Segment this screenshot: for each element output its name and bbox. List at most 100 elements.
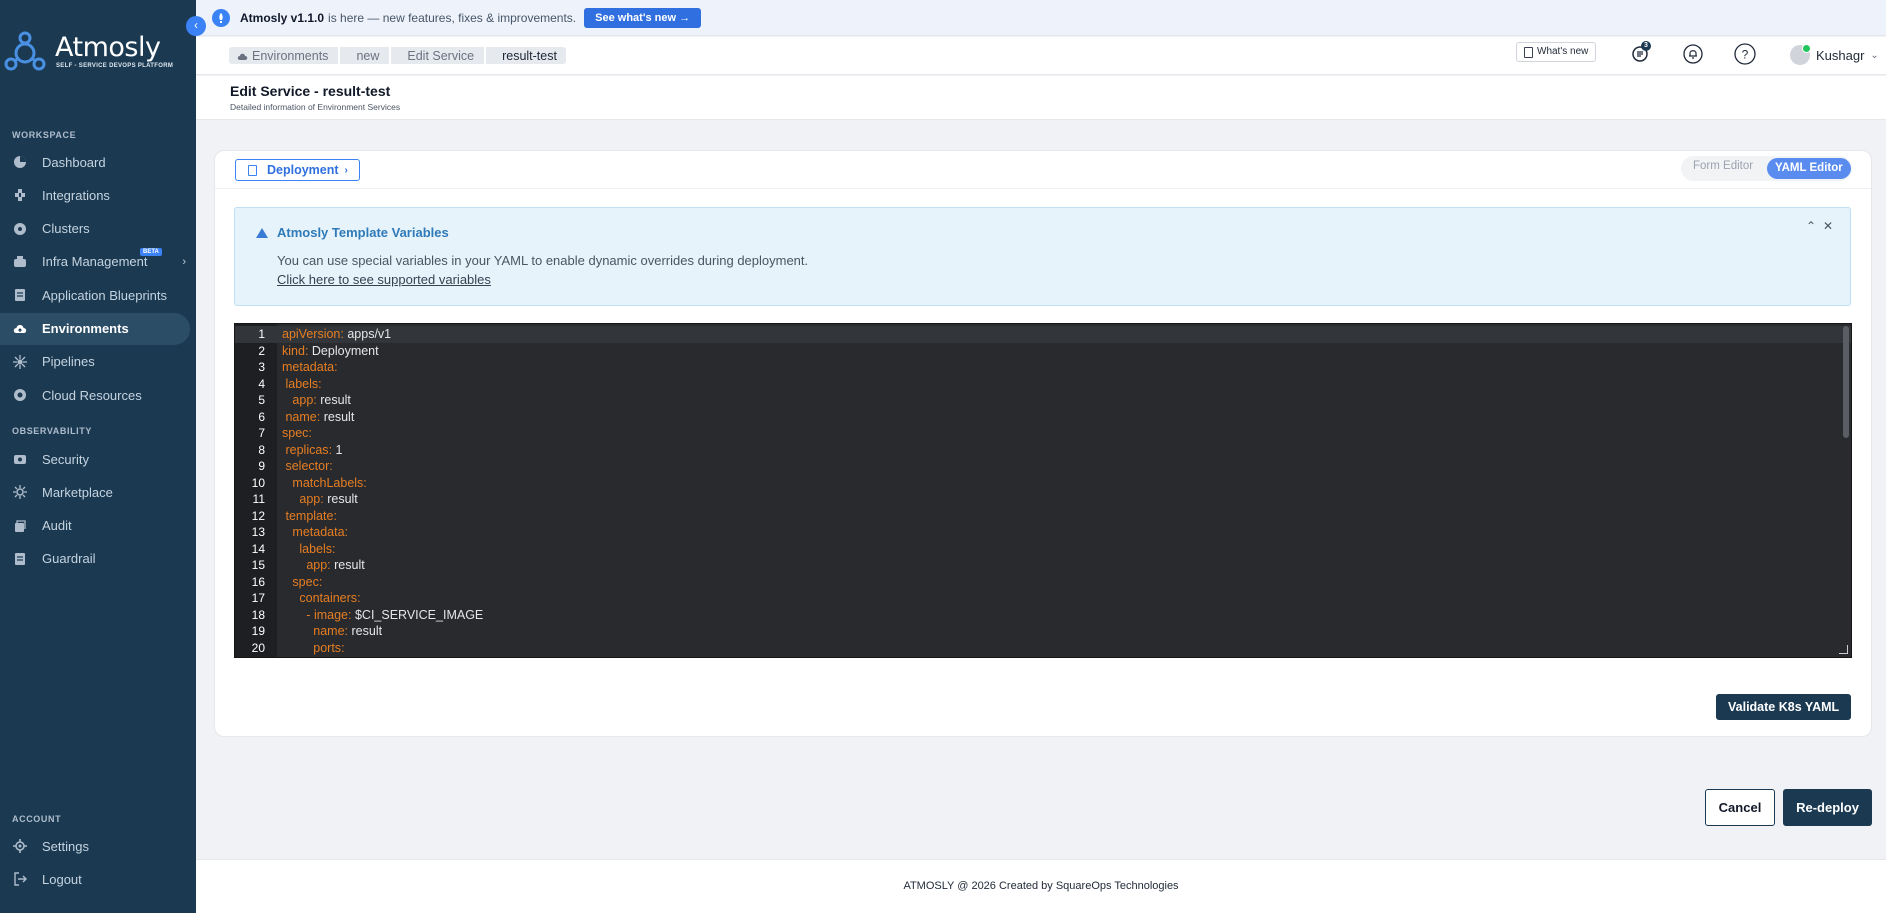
sidebar-item-dashboard[interactable]: Dashboard [0, 146, 190, 178]
code-line[interactable]: 18 - image: $CI_SERVICE_IMAGE [235, 607, 1851, 624]
resource-type-button[interactable]: Deployment › [235, 159, 360, 181]
document-icon [1524, 47, 1533, 58]
yaml-key: metadata [292, 525, 345, 539]
code-text: apiVersion: apps/v1 [282, 326, 391, 343]
code-line[interactable]: 1 apiVersion: apps/v1 [235, 326, 1851, 343]
atmosly-logo-icon [4, 31, 46, 71]
template-variables-alert: Atmosly Template Variables You can use s… [234, 207, 1851, 306]
avatar [1790, 44, 1811, 65]
yaml-colon: : [328, 442, 333, 457]
yaml-indent [282, 476, 292, 490]
sidebar-item-label: Dashboard [42, 154, 106, 170]
sidebar-item-environments[interactable]: Environments [0, 312, 190, 345]
app-tagline: SELF - SERVICE DEVOPS PLATFORM [56, 63, 174, 69]
code-line[interactable]: 5 app: result [235, 392, 1851, 409]
code-line[interactable]: 6 name: result [235, 409, 1851, 426]
validate-yaml-button[interactable]: Validate K8s YAML [1716, 694, 1852, 720]
sidebar-item-guardrail[interactable]: Guardrail [0, 543, 190, 575]
line-number: 13 [251, 525, 265, 539]
sidebar-item-pipelines[interactable]: Pipelines [0, 346, 190, 378]
sidebar-item-integrations[interactable]: Integrations [0, 179, 190, 211]
changelog-badge: 3 [1641, 41, 1651, 51]
yaml-indent [282, 525, 292, 539]
yaml-colon: : [357, 591, 361, 605]
breadcrumb-environments[interactable]: Environments [229, 47, 339, 64]
sidebar-item-infra-management[interactable]: Infra Management BETA › [0, 246, 190, 278]
yaml-key: metadata [282, 360, 335, 374]
whats-new-button[interactable]: What's new [1516, 42, 1597, 62]
code-line[interactable]: 8 replicas: 1 [235, 442, 1851, 459]
resize-handle[interactable] [1839, 645, 1848, 654]
line-number: 5 [258, 393, 265, 407]
code-line[interactable]: 11 app: result [235, 491, 1851, 508]
code-line[interactable]: 13 metadata: [235, 524, 1851, 541]
atmosly-logo[interactable]: Atmosly SELF - SERVICE DEVOPS PLATFORM [0, 28, 196, 78]
code-text: selector: [282, 458, 333, 475]
cancel-button[interactable]: Cancel [1705, 789, 1775, 826]
see-whats-new-button[interactable]: See what's new → [584, 7, 702, 28]
code-line[interactable]: 16 spec: [235, 574, 1851, 591]
user-menu[interactable]: Kushagr ⌄ [1790, 44, 1879, 65]
collapse-alert-icon[interactable]: ⌃ [1806, 219, 1816, 233]
alert-text: You can use special variables in your YA… [277, 253, 809, 268]
code-text: labels: [282, 541, 335, 558]
sidebar-collapse-button[interactable]: ‹ [186, 16, 206, 36]
document-icon [248, 164, 257, 176]
yaml-colon: : [318, 574, 323, 589]
blueprint-icon [12, 288, 27, 303]
redeploy-button[interactable]: Re-deploy [1783, 789, 1872, 826]
breadcrumb-edit-service[interactable]: Edit Service [391, 47, 485, 64]
sidebar-item-audit[interactable]: Audit [0, 510, 190, 542]
code-line[interactable]: 12 template: [235, 508, 1851, 525]
warning-icon [256, 228, 268, 238]
user-name: Kushagr [1816, 47, 1865, 63]
supported-variables-link[interactable]: Click here to see supported variables [277, 272, 491, 287]
form-editor-tab[interactable]: Form Editor [1693, 160, 1753, 172]
sidebar-item-label: Logout [42, 871, 82, 887]
sidebar-item-settings[interactable]: Settings [0, 830, 190, 862]
code-line[interactable]: 2 kind: Deployment [235, 343, 1851, 360]
yaml-indent [282, 591, 299, 605]
code-line[interactable]: 15 app: result [235, 557, 1851, 574]
sidebar-item-clusters[interactable]: Clusters [0, 213, 190, 245]
sidebar-item-security[interactable]: Security [0, 443, 190, 475]
code-text: containers: [282, 590, 361, 607]
close-alert-icon[interactable]: ✕ [1823, 219, 1833, 233]
code-line[interactable]: 4 labels: [235, 376, 1851, 393]
sidebar-item-marketplace[interactable]: Marketplace [0, 476, 190, 508]
sidebar-item-label: Integrations [42, 187, 110, 203]
sidebar-item-cloud-resources[interactable]: Cloud Resources [0, 379, 190, 411]
beta-badge: BETA [140, 247, 162, 256]
code-line[interactable]: 17 containers: [235, 590, 1851, 607]
banner-version: Atmosly v1.1.0 [240, 10, 325, 25]
code-line[interactable]: 3 metadata: [235, 359, 1851, 376]
help-button[interactable]: ? [1734, 43, 1756, 65]
yaml-editor-tab[interactable]: YAML Editor [1767, 158, 1851, 179]
editor-scrollbar[interactable] [1843, 326, 1849, 438]
code-line[interactable]: 19 name: result [235, 623, 1851, 640]
yaml-value: result [320, 393, 351, 407]
line-number: 4 [258, 376, 265, 391]
sidebar-item-application-blueprints[interactable]: Application Blueprints [0, 279, 190, 311]
notifications-button[interactable] [1682, 43, 1704, 65]
code-line[interactable]: 9 selector: [235, 458, 1851, 475]
code-text: app: result [282, 491, 357, 508]
line-number: 19 [251, 624, 265, 638]
marketplace-icon [12, 485, 27, 500]
code-line[interactable]: 20 ports: [235, 640, 1851, 657]
code-line[interactable]: 7 spec: [235, 425, 1851, 442]
yaml-indent: - [282, 607, 314, 622]
changelog-button[interactable]: 3 [1629, 41, 1651, 65]
line-number: 18 [251, 607, 265, 622]
yaml-key: app [299, 492, 321, 506]
chevron-right-icon: › [182, 255, 186, 268]
sidebar-item-logout[interactable]: Logout [0, 863, 190, 895]
code-text: matchLabels: [282, 475, 366, 492]
yaml-indent [282, 492, 299, 506]
yaml-colon: : [329, 459, 333, 473]
yaml-indent [282, 393, 292, 407]
yaml-code-editor[interactable]: 1 apiVersion: apps/v1 2 kind: Deployment 3 me… [234, 323, 1852, 658]
breadcrumb-new[interactable]: new [340, 47, 390, 64]
code-line[interactable]: 14 labels: [235, 541, 1851, 558]
code-line[interactable]: 10 matchLabels: [235, 475, 1851, 492]
